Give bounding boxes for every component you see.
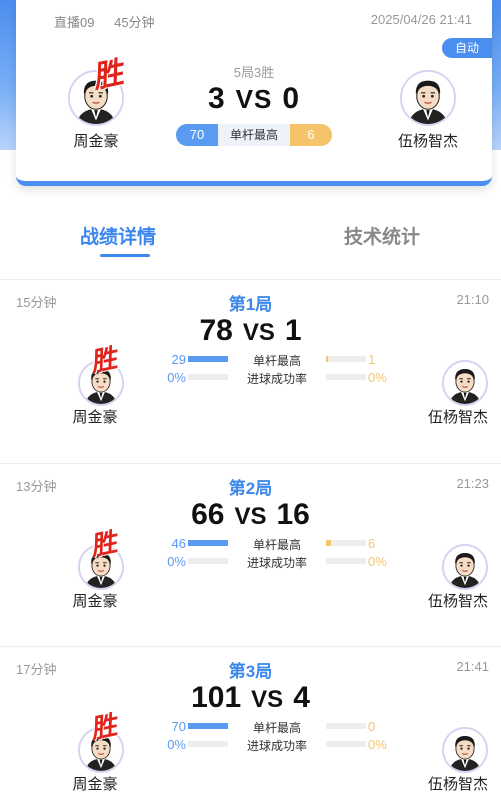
right-break-bar xyxy=(326,356,366,362)
pot-success-label: 进球成功率 xyxy=(246,739,307,753)
right-player-avatar-icon[interactable] xyxy=(442,544,488,590)
frame-title: 第3局 xyxy=(228,662,273,681)
frame-score: 101 VS 4 xyxy=(0,681,501,715)
frame-title: 第2局 xyxy=(228,479,273,498)
right-player-avatar-icon[interactable] xyxy=(400,70,456,126)
right-break-fill xyxy=(326,356,328,362)
highest-break-label: 单杆最高 xyxy=(229,128,278,142)
match-datetime: 2025/04/26 21:41 xyxy=(370,12,472,27)
right-pot-bar xyxy=(326,374,366,380)
left-break-fill xyxy=(188,723,228,729)
match-meta: 直播09 45分钟 xyxy=(54,12,171,31)
frame-right-score: 1 xyxy=(284,314,302,347)
match-summary-card: 直播09 45分钟 2025/04/26 21:41 自动 胜 周金豪 5局3胜… xyxy=(16,0,492,186)
frame-left-score: 66 xyxy=(191,498,225,531)
right-break-fill xyxy=(326,540,331,546)
right-break-bar xyxy=(326,723,366,729)
pot-success-row: 0% 进球成功率 0% xyxy=(160,737,392,753)
right-highest-break: 1 xyxy=(368,352,376,367)
left-pot-success: 0% xyxy=(167,737,186,752)
frame-card[interactable]: 15分钟 21:10 第1局 78 VS 1 胜 周金豪 伍杨智杰 29 单杆最高 … xyxy=(0,279,501,463)
right-player-avatar-icon[interactable] xyxy=(442,727,488,773)
auto-mode-badge[interactable]: 自动 xyxy=(442,38,492,58)
left-highest-break: 70 xyxy=(171,719,186,734)
right-player-name[interactable]: 伍杨智杰 xyxy=(413,590,501,611)
left-player-name[interactable]: 周金豪 xyxy=(50,590,140,611)
frame-right-score: 4 xyxy=(293,681,310,714)
right-player-avatar-icon[interactable] xyxy=(442,360,488,406)
right-score: 0 xyxy=(282,82,301,115)
left-pot-success: 0% xyxy=(167,554,186,569)
frame-card[interactable]: 17分钟 21:41 第3局 101 VS 4 胜 周金豪 伍杨智杰 70 单杆最高… xyxy=(0,646,501,801)
right-pot-bar xyxy=(326,741,366,747)
highest-break-label: 单杆最高 xyxy=(252,354,301,368)
frame-title: 第1局 xyxy=(228,295,273,314)
right-highest-break: 6 xyxy=(368,536,376,551)
right-pot-success: 0% xyxy=(368,554,387,569)
left-break-bar xyxy=(188,540,228,546)
left-break-bar xyxy=(188,723,228,729)
frame-card[interactable]: 13分钟 21:23 第2局 66 VS 16 胜 周金豪 伍杨智杰 46 单杆最高… xyxy=(0,463,501,647)
left-break-bar xyxy=(188,356,228,362)
highest-break-label: 单杆最高 xyxy=(252,721,301,735)
pot-success-row: 0% 进球成功率 0% xyxy=(160,370,392,386)
right-pot-bar xyxy=(326,558,366,564)
left-player-name[interactable]: 周金豪 xyxy=(50,773,140,794)
left-score: 3 xyxy=(207,82,226,115)
highest-break-comparison: 70 单杆最高 6 xyxy=(176,124,332,146)
vs-label: VS xyxy=(235,84,273,114)
frame-left-score: 101 xyxy=(191,681,242,714)
tab-tech-stats[interactable]: 技术统计 xyxy=(344,222,420,249)
left-pot-bar xyxy=(188,741,228,747)
right-pot-success: 0% xyxy=(368,370,387,385)
tab-bar: 战绩详情 技术统计 xyxy=(0,222,501,262)
left-player-name[interactable]: 周金豪 xyxy=(50,406,140,427)
highest-break-row: 29 单杆最高 1 xyxy=(160,352,392,368)
right-player-name[interactable]: 伍杨智杰 xyxy=(413,773,501,794)
left-break-fill xyxy=(188,540,228,546)
left-player-name[interactable]: 周金豪 xyxy=(46,130,146,151)
highest-break-label: 单杆最高 xyxy=(252,538,301,552)
left-pot-success: 0% xyxy=(167,370,186,385)
right-highest-break: 6 xyxy=(290,124,332,146)
active-tab-indicator xyxy=(100,254,150,257)
match-duration: 45分钟 xyxy=(114,15,155,30)
left-highest-break: 29 xyxy=(171,352,186,367)
right-pot-success: 0% xyxy=(368,737,387,752)
tab-match-details-label: 战绩详情 xyxy=(80,227,157,248)
pot-success-row: 0% 进球成功率 0% xyxy=(160,554,392,570)
right-break-bar xyxy=(326,540,366,546)
vs-label: VS xyxy=(234,503,267,530)
tab-match-details[interactable]: 战绩详情 xyxy=(80,222,157,257)
highest-break-row: 70 单杆最高 0 xyxy=(160,719,392,735)
left-break-fill xyxy=(188,356,228,362)
right-highest-break: 0 xyxy=(368,719,376,734)
frame-score: 78 VS 1 xyxy=(0,314,501,348)
pot-success-label: 进球成功率 xyxy=(246,556,307,570)
left-pot-bar xyxy=(188,374,228,380)
right-player-name[interactable]: 伍杨智杰 xyxy=(413,406,501,427)
channel-label: 直播09 xyxy=(54,15,95,30)
frame-right-score: 16 xyxy=(276,498,310,531)
tab-tech-stats-label: 技术统计 xyxy=(344,227,421,248)
vs-label: VS xyxy=(242,319,275,346)
right-player-name[interactable]: 伍杨智杰 xyxy=(378,130,478,151)
left-pot-bar xyxy=(188,558,228,564)
frame-score: 66 VS 16 xyxy=(0,498,501,532)
frame-left-score: 78 xyxy=(199,314,233,347)
pot-success-label: 进球成功率 xyxy=(246,372,307,386)
vs-label: VS xyxy=(251,686,284,713)
highest-break-row: 46 单杆最高 6 xyxy=(160,536,392,552)
left-highest-break: 70 xyxy=(176,124,218,146)
left-highest-break: 46 xyxy=(171,536,186,551)
